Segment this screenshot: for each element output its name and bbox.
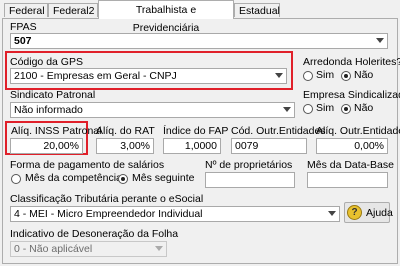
mes-data-base-input[interactable] (307, 172, 388, 188)
arredonda-sim-label: Sim (316, 69, 335, 81)
help-icon: ? (347, 205, 362, 220)
chevron-down-icon (328, 211, 336, 216)
codigo-gps-value: 2100 - Empresas em Geral - CNPJ (14, 70, 177, 82)
chevron-down-icon (283, 107, 291, 112)
arredonda-nao-radio[interactable] (341, 71, 351, 81)
chevron-down-icon (155, 246, 163, 251)
mes-data-base-label: Mês da Data-Base (307, 159, 394, 171)
num-proprietarios-input[interactable] (205, 172, 295, 188)
chevron-down-icon (275, 73, 283, 78)
chevron-down-icon (376, 38, 384, 43)
fpas-value: 507 (14, 35, 32, 47)
aliq-outr-entidades-input[interactable]: 0,00% (316, 138, 388, 154)
classificacao-tributaria-label: Classificação Tributária perante o eSoci… (10, 193, 204, 205)
sindicalizada-sim-label: Sim (316, 102, 335, 114)
indice-fap-label: Índice do FAP (163, 125, 229, 137)
ajuda-button[interactable]: ? Ajuda (344, 202, 393, 223)
tab-estadual[interactable]: Estadual (234, 3, 280, 17)
indicativo-desoneracao-label: Indicativo de Desoneração da Folha (10, 228, 179, 240)
classificacao-tributaria-value: 4 - MEI - Micro Empreendedor Individual (14, 208, 203, 220)
cod-outr-entidades-input[interactable]: 0079 (231, 138, 307, 154)
indice-fap-input[interactable]: 1,0000 (163, 138, 221, 154)
mes-competencia-label: Mês da competência (25, 172, 122, 184)
ajuda-label: Ajuda (366, 207, 393, 219)
codigo-gps-label: Código da GPS (10, 56, 83, 68)
num-proprietarios-label: Nº de proprietários (205, 159, 293, 171)
sindicato-patronal-value: Não informado (14, 104, 83, 116)
empresa-sindicalizada-label: Empresa Sindicalizada? (303, 89, 400, 101)
aliq-rat-label: Alíq. do RAT (96, 125, 155, 137)
arredonda-holerites-label: Arredonda Holerites? (303, 56, 400, 68)
indicativo-desoneracao-select[interactable]: 0 - Não aplicável (10, 241, 167, 257)
aliq-outr-entidades-label: Alíq. Outr.Entidades (316, 125, 400, 137)
sindicalizada-nao-radio[interactable] (341, 104, 351, 114)
aliq-inss-label: Alíq. INSS Patronal (11, 125, 102, 137)
arredonda-nao-label: Não (354, 69, 374, 81)
aliq-rat-input[interactable]: 3,00% (96, 138, 154, 154)
sindicalizada-sim-radio[interactable] (303, 104, 313, 114)
tab-federal[interactable]: Federal (4, 3, 48, 17)
sindicato-patronal-select[interactable]: Não informado (10, 102, 295, 118)
mes-competencia-radio[interactable] (11, 174, 21, 184)
tab-bar: Federal Federal2 Trabalhista e Previdenc… (0, 0, 400, 34)
fpas-label: FPAS (10, 21, 37, 33)
sindicato-patronal-label: Sindicato Patronal (10, 89, 96, 101)
mes-seguinte-label: Mês seguinte (132, 172, 195, 184)
codigo-gps-select[interactable]: 2100 - Empresas em Geral - CNPJ (10, 68, 287, 84)
sindicalizada-nao-label: Não (354, 102, 374, 114)
aliq-inss-input[interactable]: 20,00% (10, 138, 83, 154)
cod-outr-entidades-label: Cód. Outr.Entidades (231, 125, 326, 137)
forma-pagamento-label: Forma de pagamento de salários (10, 159, 165, 171)
classificacao-tributaria-select[interactable]: 4 - MEI - Micro Empreendedor Individual (10, 206, 340, 222)
tab-trabalhista-previdenciaria[interactable]: Trabalhista e Previdenciária (98, 0, 234, 34)
indicativo-desoneracao-value: 0 - Não aplicável (14, 243, 93, 255)
arredonda-sim-radio[interactable] (303, 71, 313, 81)
tab-federal2[interactable]: Federal2 (48, 3, 98, 17)
mes-seguinte-radio[interactable] (118, 174, 128, 184)
